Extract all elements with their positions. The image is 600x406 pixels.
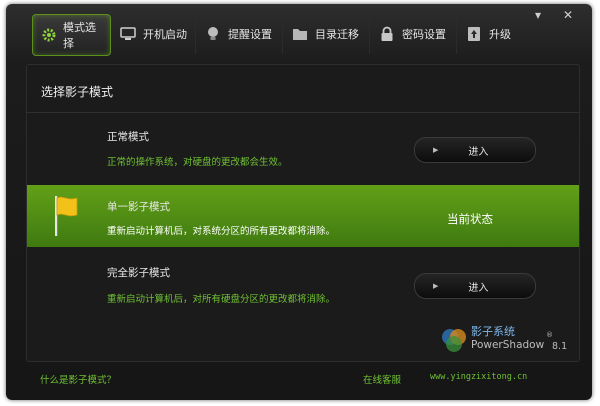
- mode-normal: 正常模式 正常的操作系统，对硬盘的更改都会生效。 ▶ 进入: [27, 117, 579, 179]
- panel-title: 选择影子模式: [41, 85, 114, 99]
- website-link[interactable]: www.yingzixitong.cn: [430, 372, 527, 382]
- mode-single-shadow: 单一影子模式 重新启动计算机后，对系统分区的所有更改都将消除。 当前状态: [27, 185, 579, 247]
- app-window: ▾ ✕ 模式选择 开机启动 提醒设置 目录迁移 密码设置 升级 选择影子模式 正…: [6, 4, 592, 400]
- tab-label: 密码设置: [402, 28, 446, 41]
- mode-title: 正常模式: [107, 131, 149, 143]
- tab-mode-select[interactable]: 模式选择: [32, 14, 111, 56]
- online-support-link[interactable]: 在线客服: [363, 372, 401, 386]
- mode-title: 完全影子模式: [107, 267, 170, 279]
- tab-label: 升级: [489, 28, 511, 41]
- enter-normal-button[interactable]: ▶ 进入: [414, 137, 536, 163]
- mode-title: 单一影子模式: [107, 201, 170, 213]
- mode-full-shadow: 完全影子模式 重新启动计算机后，对所有硬盘分区的更改都将消除。 ▶ 进入: [27, 253, 579, 315]
- tab-label: 提醒设置: [228, 28, 272, 41]
- mode-panel: 选择影子模式 正常模式 正常的操作系统，对硬盘的更改都会生效。 ▶ 进入 单一影…: [26, 64, 580, 362]
- mode-desc: 重新启动计算机后，对所有硬盘分区的更改都将消除。: [107, 294, 336, 305]
- lightbulb-icon: [204, 25, 222, 43]
- tab-startup[interactable]: 开机启动: [111, 14, 196, 54]
- button-label: 进入: [468, 146, 489, 158]
- what-is-shadow-link[interactable]: 什么是影子模式？: [40, 372, 116, 386]
- lock-icon: [378, 25, 396, 43]
- play-arrow-icon: ▶: [433, 282, 439, 290]
- play-arrow-icon: ▶: [433, 146, 439, 154]
- tab-reminder[interactable]: 提醒设置: [196, 14, 283, 54]
- flag-icon: [53, 195, 79, 241]
- gear-icon: [41, 26, 57, 44]
- tab-bar: 模式选择 开机启动 提醒设置 目录迁移 密码设置 升级: [32, 14, 552, 58]
- enter-full-button[interactable]: ▶ 进入: [414, 273, 536, 299]
- tab-password[interactable]: 密码设置: [370, 14, 457, 54]
- tab-label: 目录迁移: [315, 28, 359, 41]
- folder-icon: [291, 25, 309, 43]
- close-button[interactable]: ✕: [563, 8, 573, 22]
- tab-label: 模式选择: [63, 21, 96, 50]
- registered-mark: ®: [546, 331, 553, 339]
- mode-desc: 重新启动计算机后，对系统分区的所有更改都将消除。: [107, 226, 336, 237]
- logo-version: 8.1: [552, 341, 568, 352]
- button-label: 进入: [468, 282, 489, 294]
- logo-swirl-icon: [439, 325, 469, 359]
- product-logo: 影子系统 PowerShadow ® 8.1: [439, 323, 574, 357]
- tab-dir-migrate[interactable]: 目录迁移: [283, 14, 370, 54]
- divider: [27, 112, 579, 113]
- logo-product: PowerShadow: [471, 339, 545, 351]
- logo-name: 影子系统: [471, 325, 515, 338]
- footer: 什么是影子模式？ 在线客服 www.yingzixitong.cn: [6, 368, 592, 388]
- tab-upgrade[interactable]: 升级: [457, 14, 525, 54]
- tab-label: 开机启动: [143, 28, 187, 41]
- mode-desc: 正常的操作系统，对硬盘的更改都会生效。: [107, 157, 288, 168]
- monitor-icon: [119, 25, 137, 43]
- current-status-label: 当前状态: [447, 212, 493, 226]
- upgrade-icon: [465, 25, 483, 43]
